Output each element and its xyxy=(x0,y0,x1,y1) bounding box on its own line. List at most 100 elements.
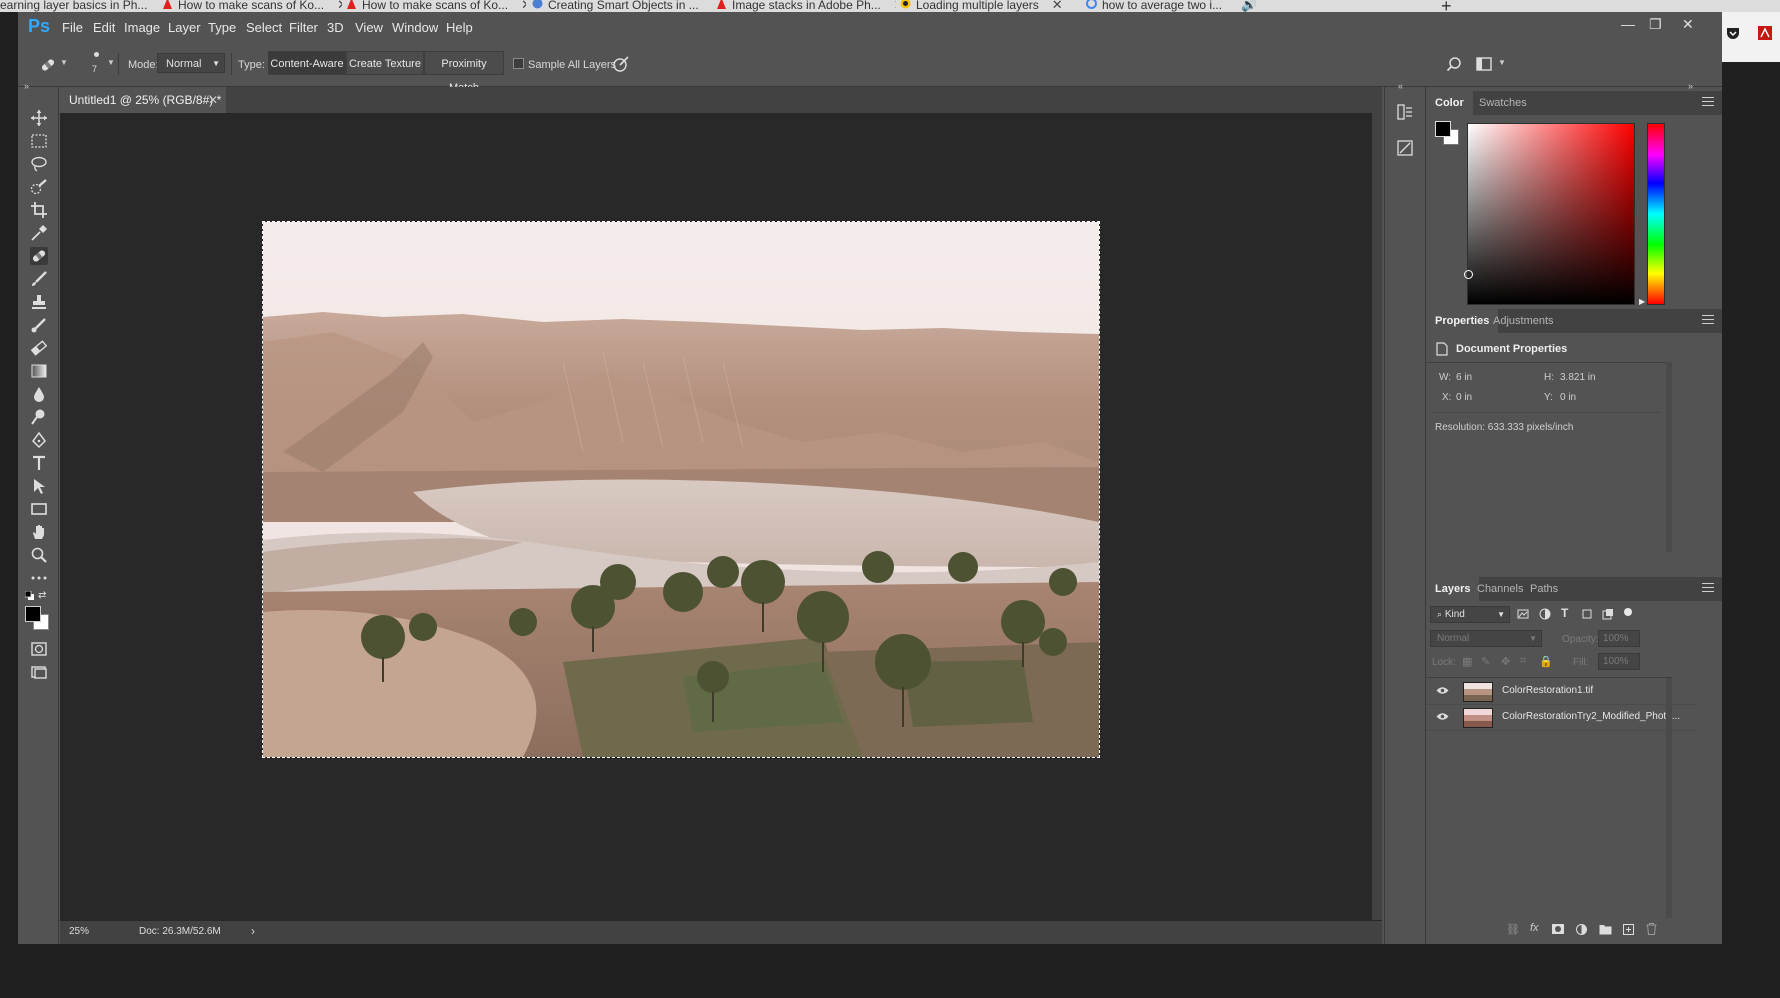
gradient-tool-icon[interactable] xyxy=(30,362,48,380)
menu-select[interactable]: Select xyxy=(246,20,282,35)
brush-tool-icon[interactable] xyxy=(30,270,48,288)
tab-color[interactable]: Color xyxy=(1426,91,1473,115)
browser-tab[interactable]: How to make scans of Ko... ✕ xyxy=(346,0,526,12)
layer-row[interactable]: ColorRestoration1.tif xyxy=(1426,678,1696,705)
layer-row[interactable]: ColorRestorationTry2_Modified_Photo... xyxy=(1426,704,1696,731)
menu-filter[interactable]: Filter xyxy=(289,20,318,35)
menu-layer[interactable]: Layer xyxy=(168,20,201,35)
eyedropper-tool-icon[interactable] xyxy=(30,224,48,242)
move-tool-icon[interactable] xyxy=(30,109,48,127)
spot-healing-brush-icon[interactable] xyxy=(30,247,48,265)
type-content-aware-button[interactable]: Content-Aware xyxy=(268,51,346,75)
sample-all-layers-checkbox[interactable] xyxy=(513,58,524,69)
lasso-tool-icon[interactable] xyxy=(30,155,48,173)
menu-window[interactable]: Window xyxy=(392,20,438,35)
brush-picker-chevron-icon[interactable]: ▼ xyxy=(107,58,115,67)
spot-healing-brush-icon[interactable] xyxy=(38,55,58,75)
filter-type-icon[interactable]: T xyxy=(1561,606,1568,620)
type-create-texture-button[interactable]: Create Texture xyxy=(346,51,424,75)
color-picker-cursor[interactable] xyxy=(1464,270,1473,279)
panel-menu-icon[interactable] xyxy=(1702,315,1714,327)
type-tool-icon[interactable] xyxy=(30,454,48,472)
new-group-icon[interactable] xyxy=(1599,924,1612,935)
mode-select[interactable]: Normal ▼ xyxy=(157,53,225,73)
fill-input[interactable]: 100% xyxy=(1598,653,1640,670)
filter-toggle-icon[interactable] xyxy=(1624,608,1632,616)
chevron-down-icon[interactable]: ▼ xyxy=(60,58,68,67)
path-selection-icon[interactable] xyxy=(30,477,48,495)
more-tools-icon[interactable] xyxy=(30,569,48,587)
close-tab-icon[interactable]: ✕ xyxy=(521,0,526,11)
blend-mode-select[interactable]: Normal ▼ xyxy=(1430,630,1542,647)
adobe-acrobat-icon[interactable] xyxy=(1758,26,1772,40)
history-brush-icon[interactable] xyxy=(30,316,48,334)
canvas-image[interactable] xyxy=(262,221,1100,758)
new-tab-button[interactable]: + xyxy=(1441,0,1452,12)
close-tab-icon[interactable]: ✕ xyxy=(337,0,342,11)
x-value[interactable]: 0 in xyxy=(1456,392,1472,403)
menu-image[interactable]: Image xyxy=(124,20,160,35)
lock-transparent-icon[interactable]: ▦ xyxy=(1462,655,1472,668)
status-menu-arrow-icon[interactable]: › xyxy=(251,924,255,938)
lock-artboard-icon[interactable]: ⌗ xyxy=(1520,655,1526,668)
quick-mask-icon[interactable] xyxy=(30,640,48,658)
properties-scrollbar[interactable] xyxy=(1666,362,1672,552)
chevron-down-icon[interactable]: ▼ xyxy=(1498,58,1506,67)
opacity-input[interactable]: 100% xyxy=(1598,630,1640,647)
close-tab-icon[interactable]: ✕ xyxy=(1052,0,1063,11)
marquee-tool-icon[interactable] xyxy=(30,132,48,150)
speaker-icon[interactable]: 🔊 xyxy=(1241,0,1257,11)
zoom-tool-icon[interactable] xyxy=(30,546,48,564)
menu-help[interactable]: Help xyxy=(446,20,473,35)
rectangle-tool-icon[interactable] xyxy=(30,500,48,518)
browser-tab[interactable]: How to make scans of Ko... ✕ xyxy=(162,0,342,12)
workspace-icon[interactable] xyxy=(1476,56,1492,72)
brush-preview-icon[interactable] xyxy=(94,52,99,57)
adjustment-layer-icon[interactable] xyxy=(1576,924,1587,935)
clone-stamp-icon[interactable] xyxy=(30,293,48,311)
collapse-arrows-icon[interactable]: » xyxy=(24,81,29,91)
tab-paths[interactable]: Paths xyxy=(1521,577,1567,601)
foreground-color-swatch[interactable] xyxy=(25,606,41,622)
clone-source-icon[interactable] xyxy=(1396,139,1414,157)
eye-icon[interactable] xyxy=(1436,686,1449,695)
search-icon[interactable] xyxy=(1446,56,1462,72)
panel-menu-icon[interactable] xyxy=(1702,97,1714,109)
expand-arrows-icon[interactable]: « xyxy=(1398,81,1403,91)
zoom-level[interactable]: 25% xyxy=(69,926,89,937)
lock-position-icon[interactable]: ✥ xyxy=(1501,655,1510,668)
minimize-button[interactable]: — xyxy=(1621,16,1635,32)
menu-file[interactable]: File xyxy=(62,20,83,35)
pressure-size-icon[interactable] xyxy=(612,55,630,73)
foreground-color-swatch[interactable] xyxy=(1435,121,1451,137)
trash-icon[interactable] xyxy=(1646,923,1657,935)
browser-tab[interactable]: Creating Smart Objects in ... ✕ xyxy=(532,0,712,12)
type-proximity-match-button[interactable]: Proximity Match xyxy=(424,51,504,94)
history-panel-icon[interactable] xyxy=(1396,103,1414,121)
maximize-button[interactable]: ❐ xyxy=(1649,16,1662,33)
menu-view[interactable]: View xyxy=(355,20,383,35)
width-value[interactable]: 6 in xyxy=(1456,372,1472,383)
lock-all-icon[interactable]: 🔒 xyxy=(1539,655,1553,668)
quick-selection-tool-icon[interactable] xyxy=(30,178,48,196)
browser-tab[interactable]: earning layer basics in Ph... ✕ xyxy=(0,0,160,12)
close-tab-icon[interactable]: ✕ xyxy=(894,0,896,11)
document-tab[interactable]: Untitled1 @ 25% (RGB/8#) * ✕ xyxy=(60,87,226,113)
default-colors-icon[interactable] xyxy=(24,590,34,600)
height-value[interactable]: 3.821 in xyxy=(1560,372,1596,383)
filter-smart-object-icon[interactable] xyxy=(1602,608,1614,620)
browser-tab[interactable]: Loading multiple layers ✕ xyxy=(900,0,1080,12)
link-layers-icon[interactable]: ⛓ xyxy=(1506,923,1520,936)
filter-pixel-icon[interactable] xyxy=(1517,608,1529,620)
menu-edit[interactable]: Edit xyxy=(93,20,115,35)
collapse-panels-icon[interactable]: » xyxy=(1688,81,1693,91)
hue-slider[interactable] xyxy=(1647,123,1665,305)
color-field[interactable] xyxy=(1464,123,1635,305)
menu-3d[interactable]: 3D xyxy=(327,20,344,35)
swap-colors-icon[interactable]: ⇄ xyxy=(38,590,46,601)
blur-tool-icon[interactable] xyxy=(30,385,48,403)
layers-scrollbar[interactable] xyxy=(1666,678,1672,918)
tab-adjustments[interactable]: Adjustments xyxy=(1484,309,1563,333)
menu-type[interactable]: Type xyxy=(208,20,236,35)
vertical-scrollbar[interactable] xyxy=(1372,113,1382,920)
